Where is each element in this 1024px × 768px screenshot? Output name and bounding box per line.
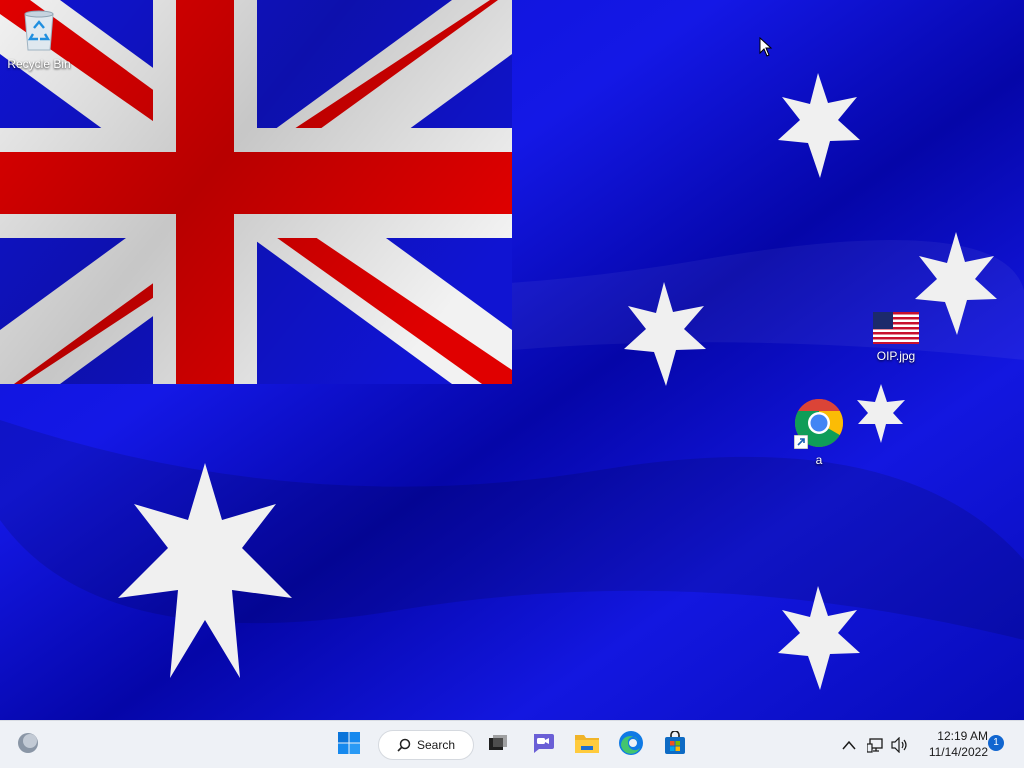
volume-icon xyxy=(891,737,907,753)
file-explorer-button[interactable] xyxy=(569,727,605,763)
clock[interactable]: 12:19 AM 11/14/2022 xyxy=(916,728,988,760)
search-label: Search xyxy=(417,738,456,752)
chrome-shortcut-label: a xyxy=(815,453,823,467)
oip-jpg-label: OIP.jpg xyxy=(876,349,916,363)
weather-widget-icon xyxy=(17,732,39,759)
chevron-up-icon xyxy=(842,740,856,750)
store-icon xyxy=(663,729,687,760)
edge-button[interactable] xyxy=(613,727,649,763)
weather-widget-button[interactable] xyxy=(10,727,46,763)
notification-badge[interactable]: 1 xyxy=(988,735,1004,751)
show-hidden-icons-button[interactable] xyxy=(839,735,859,755)
recycle-bin-label: Recycle Bin xyxy=(7,57,71,71)
chrome-shortcut-desktop-icon[interactable]: a xyxy=(781,398,857,467)
chat-button[interactable] xyxy=(525,727,561,763)
recycle-bin-icon xyxy=(20,10,58,55)
image-file-icon xyxy=(873,312,919,347)
taskbar: Search 12:19 AM 11/14/2022 xyxy=(0,720,1024,768)
folder-icon xyxy=(574,732,600,759)
chrome-shortcut-icon xyxy=(794,398,844,451)
task-view-icon xyxy=(487,733,509,758)
shortcut-arrow-icon xyxy=(794,435,808,449)
desktop[interactable]: Recycle Bin OIP.jpg a xyxy=(0,0,1024,720)
volume-button[interactable] xyxy=(890,735,910,755)
network-button[interactable] xyxy=(866,735,886,755)
store-button[interactable] xyxy=(657,727,693,763)
network-icon xyxy=(867,738,883,753)
oip-jpg-desktop-icon[interactable]: OIP.jpg xyxy=(858,312,934,363)
recycle-bin-desktop-icon[interactable]: Recycle Bin xyxy=(1,8,77,71)
clock-time: 12:19 AM xyxy=(937,729,988,743)
clock-date: 11/14/2022 xyxy=(928,745,988,759)
edge-icon xyxy=(618,730,644,761)
windows-start-icon xyxy=(337,731,361,760)
search-box[interactable]: Search xyxy=(378,730,474,760)
teams-chat-icon xyxy=(531,732,555,759)
start-button[interactable] xyxy=(331,727,367,763)
search-icon xyxy=(397,738,411,752)
task-view-button[interactable] xyxy=(480,727,516,763)
mouse-cursor-icon xyxy=(759,37,773,57)
